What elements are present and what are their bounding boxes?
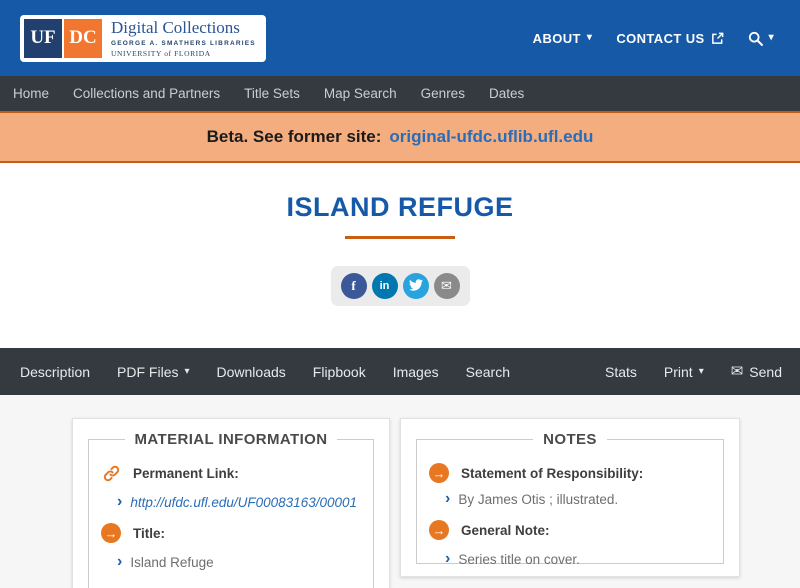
notes-panel: NOTES → Statement of Responsibility: › B… bbox=[400, 418, 740, 577]
notes-heading: NOTES bbox=[543, 431, 597, 448]
tab-search[interactable]: Search bbox=[466, 364, 510, 380]
statement-of-responsibility-group: → Statement of Responsibility: › By Jame… bbox=[429, 463, 711, 507]
tab-pdf-files[interactable]: PDF Files ▾ bbox=[117, 364, 189, 380]
facebook-icon: f bbox=[351, 278, 356, 293]
title-label: Title: bbox=[133, 525, 166, 541]
caret-down-icon: ▾ bbox=[698, 365, 704, 377]
former-site-link[interactable]: original-ufdc.uflib.ufl.edu bbox=[389, 127, 593, 147]
about-label: ABOUT bbox=[532, 30, 581, 46]
facebook-share-button[interactable]: f bbox=[340, 273, 367, 299]
twitter-share-button[interactable] bbox=[402, 273, 429, 299]
nav-item-collections-and-partners[interactable]: Collections and Partners bbox=[73, 86, 220, 101]
pdf-files-label: PDF Files bbox=[117, 363, 179, 380]
twitter-icon bbox=[408, 278, 423, 295]
linkedin-share-button[interactable]: in bbox=[371, 273, 398, 299]
general-note-label: General Note: bbox=[461, 522, 550, 538]
social-share-bar: f in ✉ bbox=[330, 266, 470, 306]
toolbar-right-group: Stats Print ▾ ✉ Send bbox=[605, 364, 782, 380]
material-information-heading: MATERIAL INFORMATION bbox=[134, 431, 328, 448]
page-title: ISLAND REFUGE bbox=[286, 192, 514, 222]
chevron-right-icon: › bbox=[445, 550, 451, 567]
about-menu[interactable]: ABOUT ▾ bbox=[533, 31, 593, 46]
logo-org: UNIVERSITY of FLORIDA bbox=[111, 48, 211, 58]
value-row: › http://ufdc.ufl.edu/UF00083163/00001 bbox=[117, 494, 361, 510]
email-share-button[interactable]: ✉ bbox=[433, 273, 460, 299]
dc-logo-tile: DC bbox=[64, 18, 102, 58]
stats-button[interactable]: Stats bbox=[605, 364, 637, 380]
uf-logo-tile: UF bbox=[24, 18, 62, 58]
send-label: Send bbox=[749, 363, 782, 380]
item-metadata-section: MATERIAL INFORMATION Permanent Link: › h… bbox=[0, 395, 800, 588]
chevron-right-icon: › bbox=[117, 493, 123, 510]
statement-of-responsibility-label: Statement of Responsibility: bbox=[461, 465, 644, 481]
value-row: › Island Refuge bbox=[117, 554, 361, 570]
title-group: → Title: › Island Refuge bbox=[101, 523, 361, 570]
value-row: › By James Otis ; illustrated. bbox=[445, 491, 711, 507]
print-button[interactable]: Print ▾ bbox=[664, 364, 704, 380]
caret-down-icon: ▾ bbox=[768, 32, 774, 43]
link-icon bbox=[101, 463, 121, 483]
general-note-group: → General Note: › Series title on cover. bbox=[429, 520, 711, 567]
logo-subtitle: GEORGE A. SMATHERS LIBRARIES bbox=[111, 39, 256, 47]
linkedin-icon: in bbox=[379, 280, 390, 292]
permanent-link-label: Permanent Link: bbox=[133, 465, 239, 481]
logo-title: Digital Collections bbox=[111, 18, 240, 38]
chevron-right-icon: › bbox=[117, 553, 123, 570]
nav-item-dates[interactable]: Dates bbox=[489, 86, 524, 101]
general-note-value: Series title on cover. bbox=[458, 551, 580, 567]
title-section: ISLAND REFUGE f in ✉ bbox=[0, 192, 800, 306]
tab-description[interactable]: Description bbox=[20, 364, 90, 380]
external-link-icon bbox=[711, 32, 724, 45]
label-row: → Statement of Responsibility: bbox=[429, 463, 711, 483]
label-row: → Title: bbox=[101, 523, 361, 543]
logo-text: Digital Collections GEORGE A. SMATHERS L… bbox=[111, 18, 256, 58]
label-row: → General Note: bbox=[429, 520, 711, 540]
search-icon bbox=[748, 31, 763, 46]
header-menu: ABOUT ▾ CONTACT US ▾ bbox=[533, 31, 774, 46]
arrow-circle-icon: → bbox=[429, 520, 449, 540]
print-label: Print bbox=[663, 363, 693, 380]
item-toolbar: Description PDF Files ▾ Downloads Flipbo… bbox=[0, 348, 800, 395]
nav-item-home[interactable]: Home bbox=[13, 86, 49, 101]
send-button[interactable]: ✉ Send bbox=[731, 364, 782, 380]
arrow-circle-icon: → bbox=[429, 463, 449, 483]
material-information-fieldset: MATERIAL INFORMATION Permanent Link: › h… bbox=[88, 431, 374, 588]
tab-flipbook[interactable]: Flipbook bbox=[313, 364, 366, 380]
value-row: › Series title on cover. bbox=[445, 551, 711, 567]
arrow-circle-icon: → bbox=[101, 523, 121, 543]
nav-item-title-sets[interactable]: Title Sets bbox=[244, 86, 300, 101]
site-header: UF DC Digital Collections GEORGE A. SMAT… bbox=[0, 0, 800, 76]
permanent-link-group: Permanent Link: › http://ufdc.ufl.edu/UF… bbox=[101, 463, 361, 510]
beta-banner-text: Beta. See former site: bbox=[206, 127, 382, 146]
permanent-link-url[interactable]: http://ufdc.ufl.edu/UF00083163/00001 bbox=[130, 495, 357, 510]
toolbar-left-group: Description PDF Files ▾ Downloads Flipbo… bbox=[20, 364, 510, 380]
contact-us-label: CONTACT US bbox=[616, 30, 705, 46]
tab-downloads[interactable]: Downloads bbox=[217, 364, 286, 380]
tab-images[interactable]: Images bbox=[393, 364, 439, 380]
chevron-right-icon: › bbox=[445, 490, 451, 507]
search-menu[interactable]: ▾ bbox=[748, 31, 774, 46]
ufdc-logo[interactable]: UF DC Digital Collections GEORGE A. SMAT… bbox=[20, 14, 266, 62]
title-value: Island Refuge bbox=[130, 554, 214, 570]
envelope-icon: ✉ bbox=[441, 278, 452, 293]
beta-banner: Beta. See former site: original-ufdc.ufl… bbox=[0, 111, 800, 163]
envelope-icon: ✉ bbox=[730, 363, 744, 380]
nav-item-map-search[interactable]: Map Search bbox=[324, 86, 397, 101]
statement-of-responsibility-value: By James Otis ; illustrated. bbox=[458, 491, 619, 507]
main-nav: Home Collections and Partners Title Sets… bbox=[0, 76, 800, 111]
nav-item-genres[interactable]: Genres bbox=[421, 86, 465, 101]
contact-us-link[interactable]: CONTACT US bbox=[616, 31, 723, 46]
caret-down-icon: ▾ bbox=[586, 32, 593, 43]
label-row: Permanent Link: bbox=[101, 463, 361, 483]
notes-fieldset: NOTES → Statement of Responsibility: › B… bbox=[416, 431, 724, 567]
material-information-panel: MATERIAL INFORMATION Permanent Link: › h… bbox=[72, 418, 390, 588]
caret-down-icon: ▾ bbox=[184, 365, 190, 377]
